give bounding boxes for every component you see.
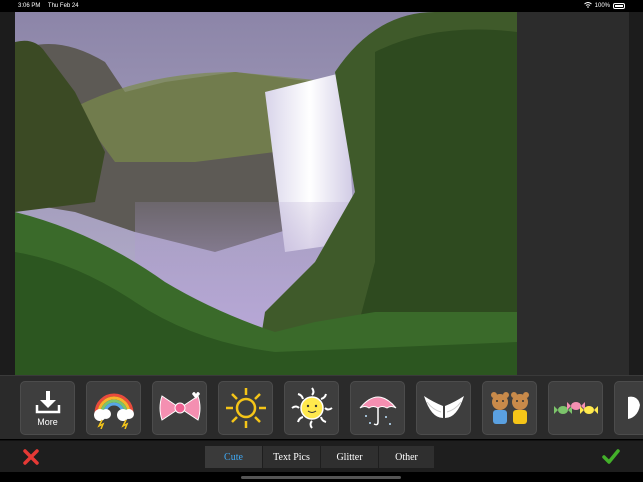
cancel-button[interactable] — [22, 448, 40, 466]
green-check-icon — [602, 449, 620, 464]
teddy-bears-sticker[interactable] — [482, 381, 537, 435]
battery-icon — [613, 3, 625, 9]
confirm-button[interactable] — [602, 449, 620, 465]
category-tabs: Cute Text Pics Glitter Other — [205, 446, 435, 468]
tab-cute[interactable]: Cute — [205, 446, 263, 468]
wifi-icon — [583, 2, 592, 10]
more-stickers-button[interactable]: More — [20, 381, 75, 435]
battery-percent: 100% — [594, 3, 610, 9]
home-indicator — [241, 476, 401, 479]
tab-other[interactable]: Other — [379, 446, 435, 468]
tab-glitter[interactable]: Glitter — [321, 446, 379, 468]
more-label: More — [37, 417, 58, 427]
candies-sticker[interactable] — [548, 381, 603, 435]
pink-umbrella-sticker[interactable] — [350, 381, 405, 435]
status-date: Thu Feb 24 — [47, 3, 79, 9]
status-bar: 3:06 PM Thu Feb 24 100% — [0, 0, 643, 12]
sticker-strip[interactable]: More — [0, 375, 643, 439]
red-x-icon — [23, 449, 39, 465]
canvas-margin — [517, 12, 629, 375]
bottom-toolbar: Cute Text Pics Glitter Other — [0, 440, 643, 472]
partial-sticker[interactable] — [614, 381, 643, 435]
sun-doodle-sticker[interactable] — [218, 381, 273, 435]
smiling-sun-sticker[interactable] — [284, 381, 339, 435]
photo-waterfall[interactable] — [15, 12, 517, 375]
pink-bow-sticker[interactable] — [152, 381, 207, 435]
editor-canvas — [0, 12, 643, 375]
download-icon — [35, 389, 61, 415]
tab-text-pics[interactable]: Text Pics — [263, 446, 321, 468]
status-time: 3:06 PM — [18, 3, 41, 9]
rainbow-clouds-sticker[interactable] — [86, 381, 141, 435]
angel-wings-sticker[interactable] — [416, 381, 471, 435]
